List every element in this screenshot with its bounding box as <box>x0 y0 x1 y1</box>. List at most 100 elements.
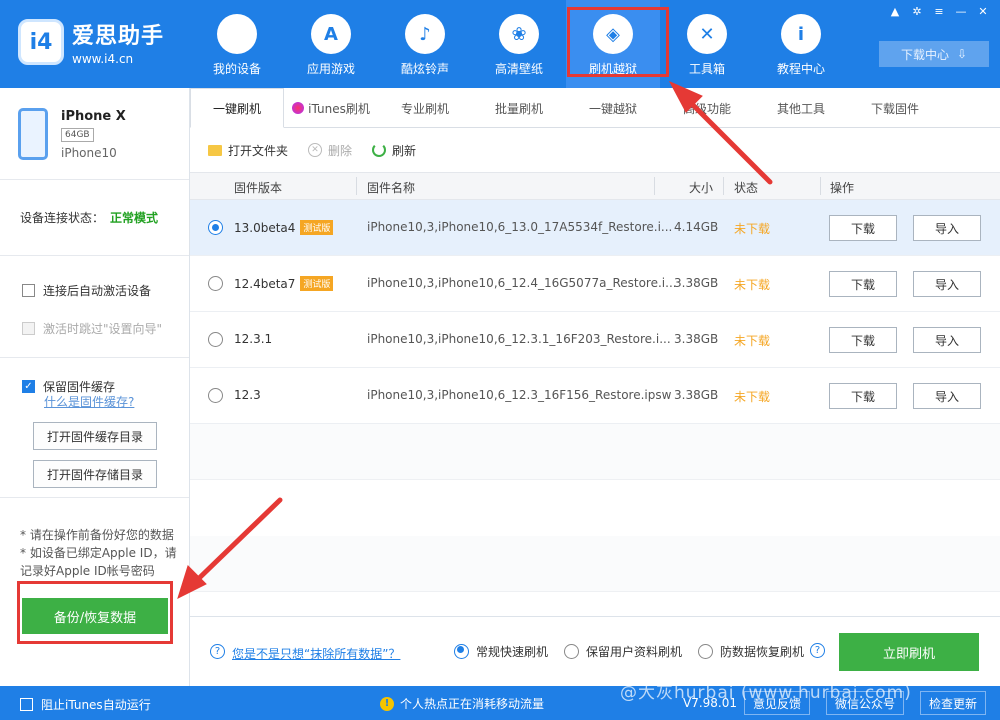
delete-button: ✕ 删除 <box>308 142 352 159</box>
gear-icon[interactable]: ✲ <box>908 4 926 18</box>
empty-row <box>190 536 1000 592</box>
tab-batch-flash[interactable]: 批量刷机 <box>472 88 566 128</box>
tab-itunes-flash[interactable]: iTunes刷机 <box>284 88 378 128</box>
row-radio[interactable] <box>208 332 223 347</box>
flash-now-button[interactable]: 立即刷机 <box>839 633 979 671</box>
what-is-cache-link[interactable]: 什么是固件缓存? <box>44 393 134 410</box>
app-name: 爱思助手 <box>72 24 165 49</box>
help-icon[interactable]: ? <box>810 643 825 658</box>
minimize-icon[interactable]: — <box>952 4 970 18</box>
firmware-version: 12.4beta7 <box>234 276 296 291</box>
nav-ringtones[interactable]: ♪ 酷炫铃声 <box>378 0 472 88</box>
import-button[interactable]: 导入 <box>913 383 981 409</box>
col-name: 固件名称 <box>367 181 416 195</box>
tab-other-tools[interactable]: 其他工具 <box>754 88 848 128</box>
auto-activate-option[interactable]: 连接后自动激活设备 <box>22 282 151 299</box>
firmware-status: 未下载 <box>734 334 771 348</box>
shirt-icon[interactable]: ▲ <box>886 4 904 18</box>
table-row[interactable]: 13.0beta4 测试版 iPhone10,3,iPhone10,6_13.0… <box>190 200 1000 256</box>
firmware-version: 12.3 <box>234 388 261 402</box>
backup-notes: * 请在操作前备份好您的数据 * 如设备已绑定Apple ID，请记录好Appl… <box>20 526 182 580</box>
firmware-name: iPhone10,3,iPhone10,6_12.4_16G5077a_Rest… <box>367 276 677 290</box>
beta-badge: 测试版 <box>300 276 334 291</box>
itunes-icon <box>292 102 305 114</box>
mode-keep-data-flash[interactable]: 保留用户资料刷机 <box>564 643 682 660</box>
mode-recover-radio[interactable] <box>698 644 713 659</box>
skip-setup-option: 激活时跳过"设置向导" <box>22 320 162 337</box>
open-folder-button[interactable]: 打开文件夹 <box>208 142 288 159</box>
device-capacity-badge: 64GB <box>61 128 94 142</box>
table-row[interactable]: 12.3.1 iPhone10,3,iPhone10,6_12.3.1_16F2… <box>190 312 1000 368</box>
firmware-version: 12.3.1 <box>234 332 273 346</box>
logo-mark: i4 <box>18 19 64 65</box>
empty-row <box>190 480 1000 536</box>
device-card: iPhone X 64GB iPhone10 <box>0 88 189 180</box>
flash-options-bar: ? 您是不是只想“抹除所有数据”？ 常规快速刷机 保留用户资料刷机 防数据恢复刷… <box>190 616 1000 686</box>
erase-all-data-link[interactable]: 您是不是只想“抹除所有数据”？ <box>232 645 400 662</box>
question-icon: ? <box>210 644 225 659</box>
firmware-name: iPhone10,3,iPhone10,6_13.0_17A5534f_Rest… <box>367 220 673 234</box>
nav-flash-jailbreak[interactable]: ◈ 刷机越狱 <box>566 0 660 88</box>
firmware-size: 4.14GB <box>674 220 719 234</box>
tab-one-click-flash[interactable]: 一键刷机 <box>190 88 284 128</box>
tab-advanced[interactable]: 高级功能 <box>660 88 754 128</box>
tab-download-firmware[interactable]: 下载固件 <box>848 88 942 128</box>
mode-fast-flash[interactable]: 常规快速刷机 <box>454 643 548 660</box>
table-row[interactable]: 12.3 iPhone10,3,iPhone10,6_12.3_16F156_R… <box>190 368 1000 424</box>
window-controls: ▲ ✲ ≡ — ✕ <box>886 4 992 18</box>
nav-my-device[interactable]: 我的设备 <box>190 0 284 88</box>
check-update-button[interactable]: 检查更新 <box>920 691 987 715</box>
top-header: i4 爱思助手 www.i4.cn 我的设备 A 应用游戏 ♪ 酷炫铃声 ❀ 高… <box>0 0 1000 88</box>
import-button[interactable]: 导入 <box>913 215 981 241</box>
open-cache-dir-button[interactable]: 打开固件缓存目录 <box>33 422 157 450</box>
connection-label: 设备连接状态： <box>20 211 105 225</box>
table-row[interactable]: 12.4beta7 测试版 iPhone10,3,iPhone10,6_12.4… <box>190 256 1000 312</box>
note-line-2: * 如设备已绑定Apple ID，请记录好Apple ID帐号密码 <box>20 546 177 578</box>
hotspot-warning: ! 个人热点正在消耗移动流量 <box>380 695 544 712</box>
connection-status: 设备连接状态： 正常模式 <box>0 180 189 256</box>
close-icon[interactable]: ✕ <box>974 4 992 18</box>
download-button[interactable]: 下载 <box>829 215 897 241</box>
import-button[interactable]: 导入 <box>913 271 981 297</box>
firmware-status: 未下载 <box>734 222 771 236</box>
import-button[interactable]: 导入 <box>913 327 981 353</box>
bell-icon: ♪ <box>405 14 445 54</box>
refresh-button[interactable]: 刷新 <box>372 142 416 159</box>
nav-tutorials[interactable]: i 教程中心 <box>754 0 848 88</box>
download-button[interactable]: 下载 <box>829 383 897 409</box>
col-version: 固件版本 <box>234 181 283 195</box>
tools-icon: ✕ <box>687 14 727 54</box>
device-sidebar: iPhone X 64GB iPhone10 设备连接状态： 正常模式 连接后自… <box>0 88 190 686</box>
block-itunes-option[interactable]: 阻止iTunes自动运行 <box>20 696 151 713</box>
row-radio[interactable] <box>208 388 223 403</box>
download-button[interactable]: 下载 <box>829 327 897 353</box>
row-radio[interactable] <box>208 276 223 291</box>
firmware-status: 未下载 <box>734 390 771 404</box>
download-icon: ⇩ <box>956 47 968 61</box>
firmware-name: iPhone10,3,iPhone10,6_12.3.1_16F203_Rest… <box>367 332 671 346</box>
dropbox-icon: ◈ <box>593 14 633 54</box>
mode-keep-radio[interactable] <box>564 644 579 659</box>
tab-one-click-jailbreak[interactable]: 一键越狱 <box>566 88 660 128</box>
auto-activate-checkbox[interactable] <box>22 284 35 297</box>
nav-apps-games[interactable]: A 应用游戏 <box>284 0 378 88</box>
download-button[interactable]: 下载 <box>829 271 897 297</box>
row-radio[interactable] <box>208 220 223 235</box>
col-status: 状态 <box>734 181 759 195</box>
open-storage-dir-button[interactable]: 打开固件存储目录 <box>33 460 157 488</box>
mode-anti-recovery-flash[interactable]: 防数据恢复刷机 <box>698 643 804 660</box>
keep-cache-checkbox[interactable]: ✓ <box>22 380 35 393</box>
nav-wallpapers[interactable]: ❀ 高清壁纸 <box>472 0 566 88</box>
tab-pro-flash[interactable]: 专业刷机 <box>378 88 472 128</box>
menu-icon[interactable]: ≡ <box>930 4 948 18</box>
col-size: 大小 <box>689 181 714 195</box>
firmware-toolbar: 打开文件夹 ✕ 删除 刷新 <box>190 128 1000 172</box>
mode-fast-radio[interactable] <box>454 644 469 659</box>
connection-value: 正常模式 <box>110 211 159 225</box>
download-center-button[interactable]: 下载中心 ⇩ <box>879 41 989 67</box>
backup-restore-button[interactable]: 备份/恢复数据 <box>22 598 168 634</box>
note-line-1: * 请在操作前备份好您的数据 <box>20 528 174 542</box>
firmware-size: 3.38GB <box>674 388 719 402</box>
block-itunes-checkbox[interactable] <box>20 698 33 711</box>
nav-toolbox[interactable]: ✕ 工具箱 <box>660 0 754 88</box>
